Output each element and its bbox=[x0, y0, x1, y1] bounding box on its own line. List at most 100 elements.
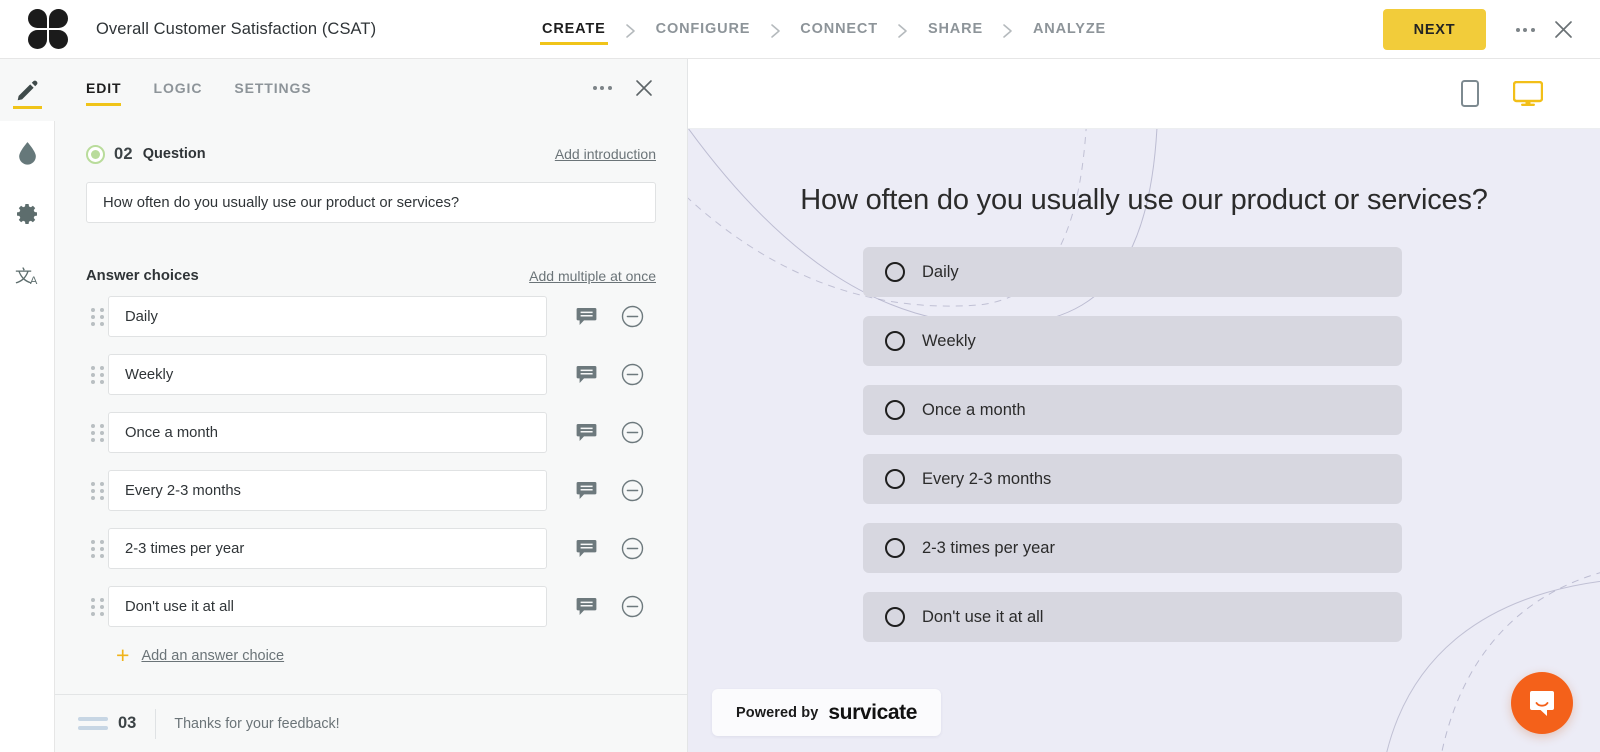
powered-by-brand: survicate bbox=[828, 700, 918, 724]
step-share[interactable]: SHARE bbox=[926, 0, 985, 59]
comment-icon bbox=[576, 308, 597, 325]
top-bar: Overall Customer Satisfaction (CSAT) CRE… bbox=[0, 0, 1600, 59]
comment-icon bbox=[576, 366, 597, 383]
add-answer-choice-button[interactable]: + Add an answer choice bbox=[116, 644, 656, 667]
answer-choice-comment-button[interactable] bbox=[563, 480, 610, 501]
remove-circle-icon bbox=[622, 421, 644, 444]
powered-by-badge[interactable]: Powered by survicate bbox=[712, 689, 942, 736]
add-introduction-link[interactable]: Add introduction bbox=[555, 146, 656, 162]
preview-option[interactable]: Daily bbox=[863, 247, 1402, 297]
remove-circle-icon bbox=[622, 595, 644, 618]
tab-settings[interactable]: SETTINGS bbox=[234, 62, 311, 115]
remove-circle-icon bbox=[622, 363, 644, 386]
step-create[interactable]: CREATE bbox=[540, 0, 608, 59]
device-toggle-desktop[interactable] bbox=[1513, 80, 1543, 107]
question-type-label: Question bbox=[142, 146, 206, 162]
close-button[interactable] bbox=[1544, 9, 1582, 51]
desktop-icon bbox=[1513, 80, 1543, 106]
drag-handle-icon[interactable] bbox=[86, 481, 108, 500]
preview-option[interactable]: Once a month bbox=[863, 385, 1402, 435]
question-header: 02 Question Add introduction bbox=[86, 141, 656, 167]
answer-choice-remove-button[interactable] bbox=[609, 363, 656, 386]
rail-item-settings[interactable] bbox=[0, 183, 55, 245]
top-bar-actions: NEXT bbox=[1383, 0, 1600, 59]
preview-panel: How often do you usually use our product… bbox=[688, 59, 1600, 752]
answer-choice-input[interactable] bbox=[108, 412, 547, 453]
drag-handle-icon[interactable] bbox=[86, 597, 108, 616]
app-logo[interactable] bbox=[0, 0, 96, 59]
drag-handle-icon[interactable] bbox=[86, 307, 108, 326]
answer-choice-input[interactable] bbox=[108, 354, 547, 395]
drag-handle-icon[interactable] bbox=[86, 539, 108, 558]
question-number: 02 bbox=[114, 144, 133, 163]
rail-item-appearance[interactable] bbox=[0, 121, 55, 183]
preview-option-label: Weekly bbox=[922, 331, 976, 350]
radio-icon bbox=[885, 538, 905, 558]
answer-choice-comment-button[interactable] bbox=[563, 596, 610, 617]
more-horizontal-icon bbox=[592, 86, 612, 90]
tab-logic[interactable]: LOGIC bbox=[154, 62, 203, 115]
answer-choice-row bbox=[86, 470, 656, 511]
answer-choice-input[interactable] bbox=[108, 470, 547, 511]
answer-choice-row bbox=[86, 586, 656, 627]
answer-choice-remove-button[interactable] bbox=[609, 479, 656, 502]
question-type-radio-icon bbox=[86, 144, 105, 164]
survey-title: Overall Customer Satisfaction (CSAT) bbox=[96, 19, 377, 38]
step-nav: CREATE CONFIGURE CONNECT SHARE ANALYZE bbox=[540, 0, 1108, 59]
next-question-row[interactable]: 03 Thanks for your feedback! bbox=[55, 695, 687, 752]
answer-choice-input[interactable] bbox=[108, 296, 547, 337]
next-button[interactable]: NEXT bbox=[1383, 9, 1486, 50]
drag-handle-icon[interactable] bbox=[86, 365, 108, 384]
plus-icon: + bbox=[116, 642, 130, 668]
preview-toolbar bbox=[688, 59, 1600, 129]
add-multiple-at-once-link[interactable]: Add multiple at once bbox=[529, 268, 656, 284]
mobile-icon bbox=[1461, 80, 1479, 107]
answer-choices-header: Answer choices Add multiple at once bbox=[86, 268, 656, 284]
answer-choice-comment-button[interactable] bbox=[563, 538, 610, 559]
chevron-right-icon bbox=[752, 0, 798, 59]
translate-icon: 文 A bbox=[15, 267, 38, 287]
step-configure[interactable]: CONFIGURE bbox=[654, 0, 753, 59]
preview-option[interactable]: Weekly bbox=[863, 316, 1402, 366]
preview-option-label: 2-3 times per year bbox=[922, 538, 1055, 557]
tab-edit[interactable]: EDIT bbox=[86, 62, 122, 115]
chevron-right-icon bbox=[608, 0, 654, 59]
question-text-input[interactable] bbox=[86, 182, 656, 223]
answer-choice-row bbox=[86, 412, 656, 453]
answer-choice-remove-button[interactable] bbox=[609, 595, 656, 618]
remove-circle-icon bbox=[622, 479, 644, 502]
answer-choice-input[interactable] bbox=[108, 528, 547, 569]
survicate-logo bbox=[28, 9, 68, 49]
next-question-number: 03 bbox=[118, 714, 137, 732]
edit-panel: EDIT LOGIC SETTINGS 02 Question Add intr… bbox=[55, 59, 688, 752]
more-options-button[interactable] bbox=[1506, 9, 1544, 51]
answer-choice-remove-button[interactable] bbox=[609, 537, 656, 560]
question-card: 02 Question Add introduction Answer choi… bbox=[55, 141, 687, 667]
answer-choice-input[interactable] bbox=[108, 586, 547, 627]
preview-option-label: Daily bbox=[922, 262, 959, 281]
answer-choice-comment-button[interactable] bbox=[563, 306, 610, 327]
rail-item-edit[interactable] bbox=[0, 59, 55, 121]
drag-handle-icon[interactable] bbox=[86, 423, 108, 442]
preview-question-title: How often do you usually use our product… bbox=[800, 184, 1488, 216]
answer-choice-list bbox=[86, 296, 656, 627]
panel-close-button[interactable] bbox=[625, 67, 663, 109]
preview-option[interactable]: Every 2-3 months bbox=[863, 454, 1402, 504]
powered-by-prefix: Powered by bbox=[736, 704, 819, 721]
preview-option[interactable]: 2-3 times per year bbox=[863, 523, 1402, 573]
step-connect[interactable]: CONNECT bbox=[798, 0, 880, 59]
radio-icon bbox=[885, 331, 905, 351]
answer-choice-comment-button[interactable] bbox=[563, 422, 610, 443]
preview-option[interactable]: Don't use it at all bbox=[863, 592, 1402, 642]
answer-choice-remove-button[interactable] bbox=[609, 305, 656, 328]
comment-icon bbox=[576, 482, 597, 499]
chat-launcher-button[interactable] bbox=[1511, 672, 1573, 734]
panel-more-options-button[interactable] bbox=[583, 67, 621, 109]
answer-choice-remove-button[interactable] bbox=[609, 421, 656, 444]
answer-choice-comment-button[interactable] bbox=[563, 364, 610, 385]
preview-options-list: Daily Weekly Once a month Every 2-3 months 2… bbox=[863, 247, 1402, 661]
answer-choices-title: Answer choices bbox=[86, 268, 199, 284]
step-analyze[interactable]: ANALYZE bbox=[1031, 0, 1108, 59]
device-toggle-mobile[interactable] bbox=[1461, 80, 1479, 107]
rail-item-translate[interactable]: 文 A bbox=[0, 245, 55, 307]
